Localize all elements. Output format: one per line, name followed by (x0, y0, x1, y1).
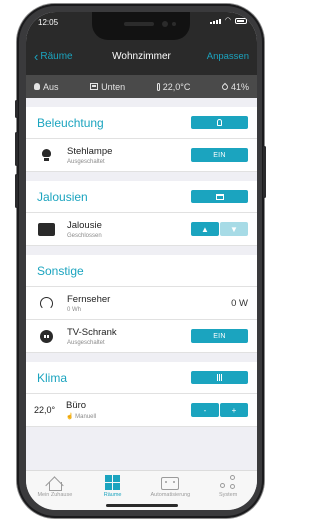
blind-icon (215, 193, 224, 200)
device-row-buero: 22,0° Büro ☝ Manuell - + (26, 394, 257, 427)
bulb-icon (41, 149, 51, 161)
back-button[interactable]: ‹ Räume (34, 48, 73, 64)
room-content[interactable]: Beleuchtung Stehlampe Ausgeschaltet EIN … (26, 98, 257, 470)
customize-button[interactable]: Anpassen (207, 51, 249, 62)
bulb-icon (34, 83, 40, 90)
tab-label: System (218, 492, 238, 498)
power-button (263, 146, 266, 198)
battery-icon (235, 18, 247, 24)
navigation-bar: ‹ Räume Wohnzimmer Anpassen (26, 46, 257, 75)
current-temperature: 22,0° (34, 405, 56, 415)
device-name: TV-Schrank (67, 326, 117, 338)
blind-icon (90, 83, 99, 90)
device-row-jalousie: Jalousie Geschlossen ▲ ▼ (26, 213, 257, 246)
device-status: ☝ Manuell (66, 413, 191, 420)
summary-light: Aus (34, 82, 59, 92)
blind-controls: ▲ ▼ (191, 222, 248, 236)
camera-icon (162, 21, 168, 27)
tab-mein-zuhause[interactable]: Mein Zuhause (26, 471, 84, 510)
temperature-controls: - + (191, 403, 248, 417)
house-icon (46, 475, 63, 491)
section-other-title: Sonstige (37, 263, 84, 278)
section-lighting-header: Beleuchtung (26, 107, 257, 139)
device-row-fernseher: Fernseher 0 Wh 0 W (26, 287, 257, 320)
summary-humidity: 41% (220, 81, 249, 92)
droplet-icon (220, 82, 230, 91)
climate-group-button[interactable] (191, 371, 248, 384)
blind-icon (37, 222, 55, 236)
hand-icon: ☝ (66, 414, 74, 420)
status-icons: ◠ (209, 17, 247, 24)
app-screen: 12:05 ◠ ‹ Räume Wohnzimmer Anpassen Aus … (26, 12, 257, 510)
volume-down-button (15, 174, 18, 208)
section-climate-header: Klima (26, 362, 257, 394)
robot-icon (161, 477, 180, 490)
radiator-icon (217, 374, 222, 381)
summary-blinds-value: Unten (101, 81, 126, 92)
plug-icon (39, 329, 53, 343)
lighting-group-button[interactable] (191, 116, 248, 129)
summary-light-value: Aus (43, 81, 59, 92)
tab-label: Automatisierung (150, 492, 191, 498)
device-mode: Manuell (75, 414, 97, 420)
signal-icon (209, 19, 221, 24)
status-time: 12:05 (38, 18, 59, 27)
section-climate-title: Klima (37, 370, 68, 385)
status-bar: 12:05 ◠ (26, 12, 257, 46)
top-bar: 12:05 ◠ ‹ Räume Wohnzimmer Anpassen (26, 12, 257, 75)
power-meter-icon (39, 296, 53, 310)
temperature-plus-button[interactable]: + (220, 403, 248, 417)
sensor-icon (172, 22, 176, 26)
device-name: Stehlampe (67, 145, 113, 157)
device-status: 0 Wh (67, 306, 82, 313)
device-row-stehlampe: Stehlampe Ausgeschaltet EIN (26, 139, 257, 172)
device-name: Jalousie (67, 219, 102, 231)
rooms-icon (105, 475, 121, 490)
tv-schrank-on-button[interactable]: EIN (191, 329, 248, 343)
wifi-icon: ◠ (224, 17, 231, 24)
blind-down-button[interactable]: ▼ (220, 222, 248, 236)
power-value: 0 W (231, 297, 248, 309)
stehlampe-on-button[interactable]: EIN (191, 148, 248, 162)
back-label: Räume (40, 51, 73, 62)
room-summary-bar: Aus Unten 22,0°C 41% (26, 75, 257, 98)
mute-switch (15, 100, 18, 118)
blinds-group-button[interactable] (191, 190, 248, 203)
tab-label: Räume (103, 492, 122, 498)
tab-bar: Mein Zuhause Räume Automatisierung Syste… (26, 470, 257, 510)
temperature-minus-button[interactable]: - (191, 403, 219, 417)
section-other-header: Sonstige (26, 255, 257, 287)
summary-humidity-value: 41% (230, 81, 249, 92)
device-status: Ausgeschaltet (67, 158, 105, 165)
summary-temperature-value: 22,0°C (162, 81, 191, 92)
network-icon (219, 475, 237, 490)
blind-up-button[interactable]: ▲ (191, 222, 219, 236)
notch (92, 12, 190, 40)
chevron-left-icon: ‹ (34, 48, 39, 64)
device-status: Geschlossen (67, 232, 102, 239)
speaker (124, 22, 154, 26)
device-row-tv-schrank: TV-Schrank Ausgeschaltet EIN (26, 320, 257, 353)
device-name: Büro (66, 400, 87, 411)
device-name: Fernseher (67, 293, 111, 305)
summary-blinds: Unten (90, 82, 125, 92)
thermometer-icon (156, 82, 160, 91)
device-status: Ausgeschaltet (67, 339, 105, 346)
tab-system[interactable]: System (199, 471, 257, 510)
bulb-icon (217, 119, 222, 126)
summary-temperature: 22,0°C (156, 81, 191, 92)
home-indicator[interactable] (106, 504, 178, 507)
section-lighting-title: Beleuchtung (37, 115, 104, 130)
volume-up-button (15, 132, 18, 166)
section-blinds-header: Jalousien (26, 181, 257, 213)
section-blinds-title: Jalousien (37, 189, 88, 204)
